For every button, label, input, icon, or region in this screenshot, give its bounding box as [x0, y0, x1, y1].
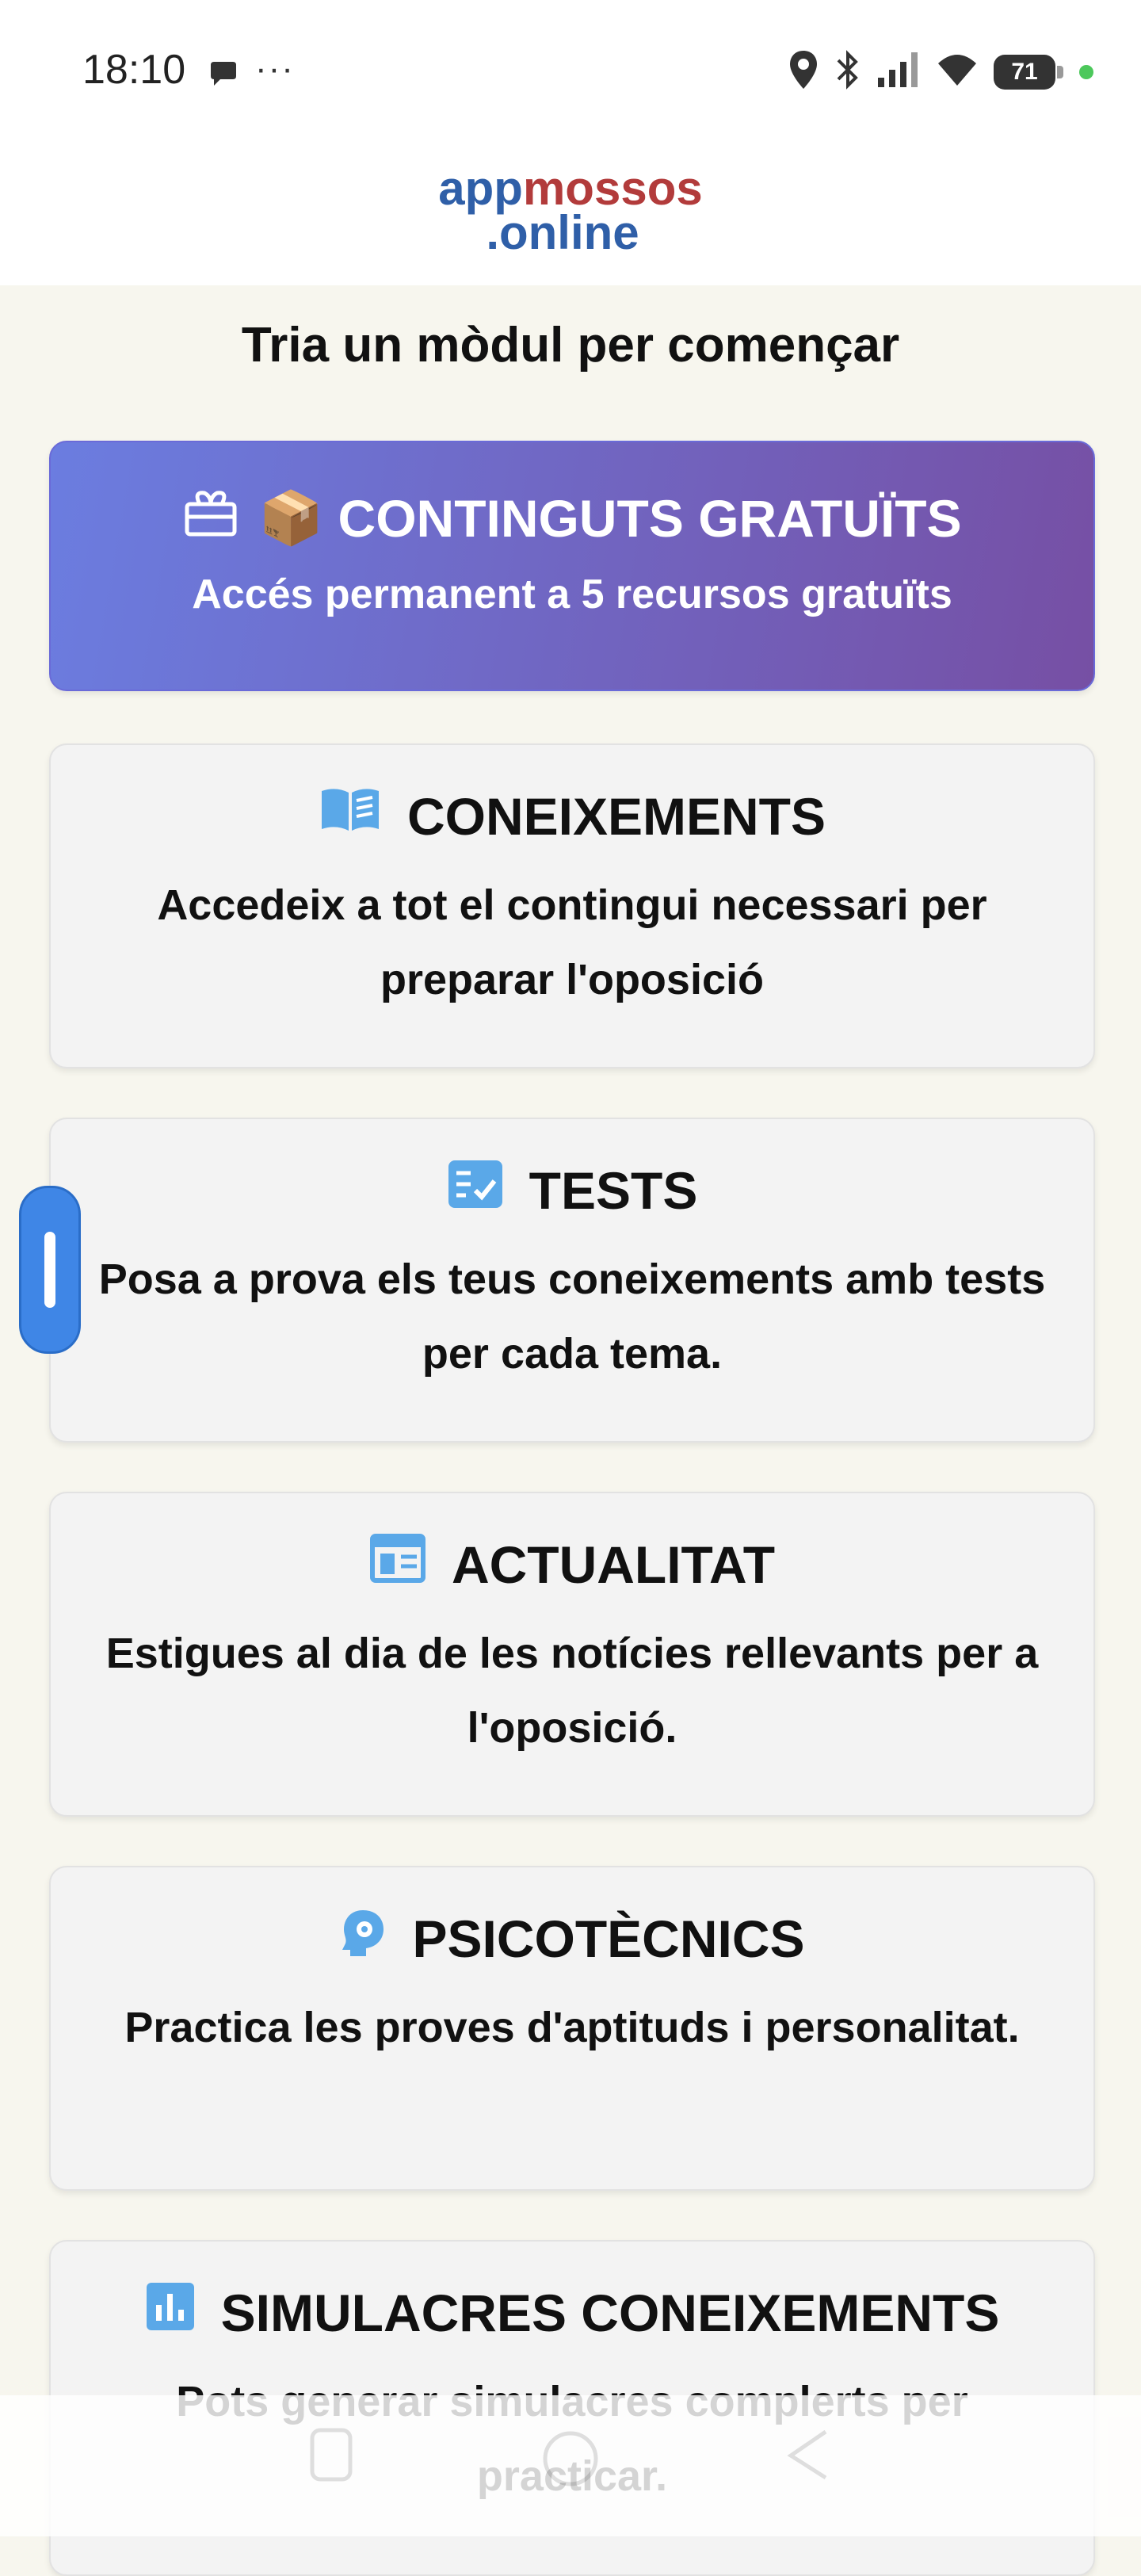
module-title: SIMULACRES CONEIXEMENTS: [220, 2283, 1000, 2342]
status-bar: 18:10 ··· 71: [0, 0, 1141, 143]
module-title-row: PSICOTÈCNICS: [51, 1907, 1093, 1970]
handle-grip: [44, 1232, 55, 1308]
status-more: ···: [255, 49, 295, 88]
module-title: PSICOTÈCNICS: [412, 1909, 805, 1968]
module-title-row: TESTS: [51, 1159, 1093, 1221]
app-header: appmossos .online: [0, 143, 1141, 285]
module-description: Estigues al dia de les notícies rellevan…: [105, 1630, 1039, 1752]
page-title: Tria un mòdul per començar: [241, 318, 900, 373]
module-card-psicotecnics[interactable]: PSICOTÈCNICS Practica les proves d'aptit…: [49, 1866, 1095, 2191]
status-time: 18:10: [82, 47, 186, 93]
module-card-coneixements[interactable]: CONEIXEMENTS Accedeix a tot el contingui…: [49, 743, 1095, 1068]
bar-chart-icon: [145, 2281, 196, 2344]
free-content-title: 📦 CONTINGUTS GRATUÏTS: [51, 487, 1093, 549]
module-description: Practica les proves d'aptituds i persona…: [124, 2004, 1020, 2051]
side-drawer-handle[interactable]: [19, 1186, 81, 1354]
module-description: Accedeix a tot el contingui necessari pe…: [157, 881, 987, 1003]
module-card-actualitat[interactable]: ACTUALITAT Estigues al dia de les notíci…: [49, 1492, 1095, 1817]
free-content-description: Accés permanent a 5 recursos gratuïts: [192, 571, 952, 617]
recents-icon[interactable]: [309, 2427, 353, 2486]
package-emoji: 📦: [258, 487, 324, 547]
newspaper-icon: [369, 1533, 426, 1596]
module-description: Posa a prova els teus coneixements amb t…: [98, 1256, 1046, 1378]
module-title-row: SIMULACRES CONEIXEMENTS: [51, 2281, 1093, 2344]
module-title: ACTUALITAT: [451, 1535, 776, 1594]
logo[interactable]: appmossos .online: [0, 165, 1141, 259]
free-content-card[interactable]: 📦 CONTINGUTS GRATUÏTS Accés permanent a …: [49, 441, 1095, 691]
location-icon: [788, 49, 819, 94]
module-title-row: ACTUALITAT: [51, 1533, 1093, 1596]
module-title-row: CONEIXEMENTS: [51, 785, 1093, 847]
module-title: TESTS: [529, 1160, 698, 1220]
checklist-icon: [447, 1159, 504, 1221]
gift-icon: [182, 487, 239, 549]
module-card-tests[interactable]: TESTS Posa a prova els teus coneixements…: [49, 1118, 1095, 1443]
main-content: Tria un mòdul per començar 📦 CONTINGUTS …: [0, 285, 1141, 2576]
back-icon[interactable]: [784, 2427, 832, 2486]
module-title: CONEIXEMENTS: [406, 786, 826, 846]
bluetooth-icon: [834, 49, 862, 94]
chat-bubble-icon: [208, 60, 239, 91]
home-icon[interactable]: [539, 2427, 602, 2494]
system-nav-bar: [0, 2395, 1141, 2536]
status-icons: 71: [788, 49, 1093, 94]
privacy-indicator: [1079, 64, 1093, 79]
logo-part-online: .online: [486, 206, 639, 259]
wifi-icon: [935, 51, 979, 93]
brain-gear-icon: [339, 1907, 387, 1970]
free-content-title-text: CONTINGUTS GRATUÏTS: [338, 488, 962, 548]
signal-icon: [876, 51, 921, 93]
battery-icon: 71: [994, 54, 1063, 90]
book-icon: [319, 785, 382, 847]
